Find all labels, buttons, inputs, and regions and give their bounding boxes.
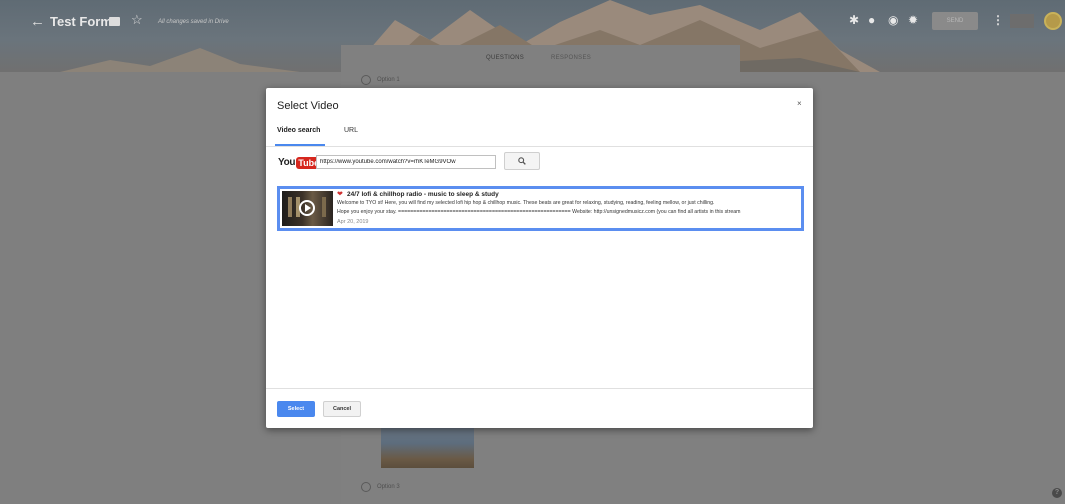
option-3-label: Option 3 [377,484,400,490]
tab-url[interactable]: URL [344,126,358,135]
video-description-line-1: Welcome to TYO st! Here, you will find m… [337,200,715,206]
youtube-logo-you: You [278,157,296,168]
select-video-dialog: Select Video × Video search URL You Tube… [266,88,813,428]
gear-icon[interactable]: ✹ [908,13,918,27]
video-result-item[interactable]: ❤ 24/7 lofi & chillhop radio - music to … [277,186,804,231]
video-description: Welcome to TYO st! Here, you will find m… [337,199,802,217]
tabs-divider [266,146,813,147]
footer-divider [266,388,813,389]
video-date: Apr 20, 2019 [337,219,369,225]
close-icon[interactable]: × [797,99,802,109]
tab-questions[interactable]: QUESTIONS [486,54,524,62]
dialog-title: Select Video [277,100,339,112]
video-thumbnail [282,191,333,226]
heart-icon: ❤ [337,191,343,198]
avatar[interactable] [1044,12,1062,30]
eye-icon[interactable]: ◉ [888,13,898,27]
help-icon[interactable]: ? [1052,488,1062,498]
palette-icon[interactable]: ● [868,13,875,27]
lake-image [381,423,474,468]
folder-icon[interactable] [109,17,120,26]
tab-responses[interactable]: RESPONSES [551,54,591,62]
search-icon [518,157,526,165]
tab-video-search[interactable]: Video search [277,126,320,135]
save-status: All changes saved in Drive [158,19,229,25]
send-button[interactable]: SEND [932,12,978,30]
video-search-input[interactable] [316,155,496,169]
account-switcher[interactable] [1010,14,1034,28]
search-button[interactable] [504,152,540,170]
video-title: 24/7 lofi & chillhop radio - music to sl… [347,191,499,198]
select-button[interactable]: Select [277,401,315,417]
star-icon[interactable]: ☆ [131,12,143,28]
form-tabs: QUESTIONS RESPONSES [341,45,740,69]
back-arrow-icon[interactable]: ← [30,14,45,30]
cancel-button[interactable]: Cancel [323,401,361,417]
form-title[interactable]: Test Form [50,14,112,30]
more-vert-icon[interactable]: ⋮ [992,13,1004,27]
youtube-logo: You Tube [278,156,322,169]
video-description-line-2: Hope you enjoy your stay. ==============… [337,209,741,215]
option-3-radio[interactable] [361,482,371,492]
option-1-label: Option 1 [377,77,400,83]
puzzle-icon[interactable]: ✱ [849,13,859,27]
option-1-radio[interactable] [361,75,371,85]
play-icon [299,200,315,216]
